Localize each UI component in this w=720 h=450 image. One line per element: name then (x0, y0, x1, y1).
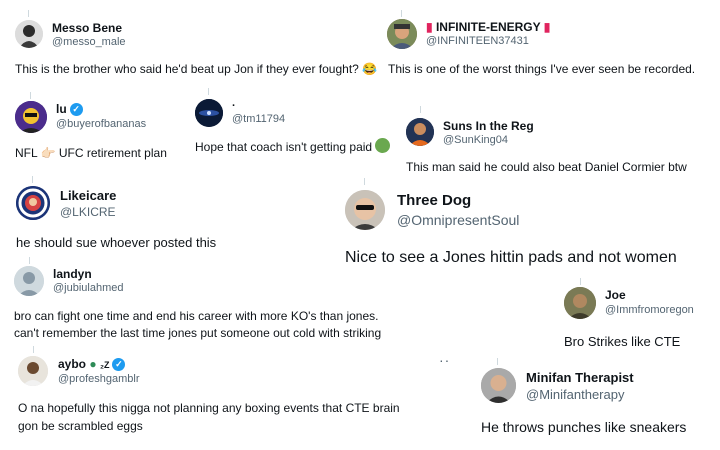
user-handle[interactable]: @SunKing04 (443, 134, 508, 146)
avatar[interactable] (564, 287, 596, 319)
avatar[interactable] (18, 356, 48, 386)
user-handle[interactable]: @messo_male (52, 36, 126, 48)
tweet-text: This man said he could also beat Daniel … (406, 160, 687, 174)
avatar[interactable] (387, 19, 417, 49)
avatar[interactable] (14, 266, 44, 296)
fire-extinguisher-icon: ▮ (543, 20, 551, 34)
display-name[interactable]: aybo ● ₂Z ✓ (58, 357, 126, 371)
thread-line (30, 92, 31, 99)
display-name[interactable]: Joe (605, 288, 626, 302)
display-name[interactable]: Likeicare (60, 188, 116, 203)
avatar[interactable] (481, 368, 516, 403)
more-options-icon[interactable]: ·· (439, 352, 450, 368)
display-name[interactable]: · (232, 100, 236, 112)
display-name[interactable]: Messo Bene (52, 21, 122, 35)
avatar[interactable] (345, 190, 385, 230)
tweet-text: Hope that coach isn't getting paid (195, 138, 391, 155)
tweet-text-line-2: can't remember the last time jones put s… (14, 326, 382, 340)
thread-line (580, 278, 581, 285)
thread-line (364, 178, 365, 185)
display-name[interactable]: Minifan Therapist (526, 370, 634, 385)
thread-line (33, 346, 34, 353)
tweet-text: he should sue whoever posted this (16, 235, 217, 250)
globe-icon: ● (89, 357, 97, 371)
display-name[interactable]: Suns In the Reg (443, 119, 534, 133)
tweet-text-line-2: gon be scrambled eggs (18, 419, 143, 433)
tweet-text: Bro Strikes like CTE (564, 334, 681, 349)
user-handle[interactable]: @INFINITEEN37431 (426, 35, 529, 47)
thread-line (28, 10, 29, 17)
thread-line (29, 257, 30, 264)
thread-line (420, 106, 421, 113)
thread-line (497, 358, 498, 365)
display-name[interactable]: ▮ INFINITE-ENERGY ▮ (426, 20, 550, 34)
user-handle[interactable]: @Minifantherapy (526, 387, 624, 402)
user-handle[interactable]: @tm11794 (232, 113, 285, 125)
avatar[interactable] (15, 101, 47, 133)
avatar[interactable] (195, 99, 223, 127)
nauseated-face-icon (375, 138, 391, 153)
display-name[interactable]: lu ✓ (56, 102, 83, 116)
verified-badge-icon: ✓ (112, 358, 126, 371)
tweet-text-line-1: O na hopefully this nigga not planning a… (18, 401, 400, 415)
tweet-text: This is one of the worst things I've eve… (388, 62, 696, 76)
fire-extinguisher-icon: ▮ (426, 20, 433, 34)
tweet-text: This is the brother who said he'd beat u… (15, 62, 378, 76)
avatar[interactable] (15, 20, 43, 48)
user-handle[interactable]: @jubiulahmed (53, 282, 124, 294)
tweet-text-line-1: bro can fight one time and end his caree… (14, 309, 379, 323)
display-name[interactable]: Three Dog (397, 192, 471, 209)
user-handle[interactable]: @buyerofbananas (56, 118, 146, 130)
display-name[interactable]: landyn (53, 267, 92, 281)
laughing-emoji-icon: 😂 (362, 62, 378, 76)
tweet-text: NFL 👉🏻 UFC retirement plan (15, 146, 167, 160)
tweet-text: Nice to see a Jones hittin pads and not … (345, 249, 677, 266)
avatar[interactable] (406, 118, 434, 146)
user-handle[interactable]: @OmnipresentSoul (397, 212, 519, 228)
thread-line (208, 88, 209, 95)
tweet-text: He throws punches like sneakers (481, 419, 687, 435)
user-handle[interactable]: @Immfromoregon (605, 304, 694, 316)
thread-line (32, 176, 33, 183)
avatar[interactable] (16, 186, 50, 220)
user-handle[interactable]: @profeshgamblr (58, 373, 139, 385)
verified-badge-icon: ✓ (69, 103, 83, 116)
thread-line (401, 10, 402, 17)
user-handle[interactable]: @LKICRE (60, 205, 116, 219)
